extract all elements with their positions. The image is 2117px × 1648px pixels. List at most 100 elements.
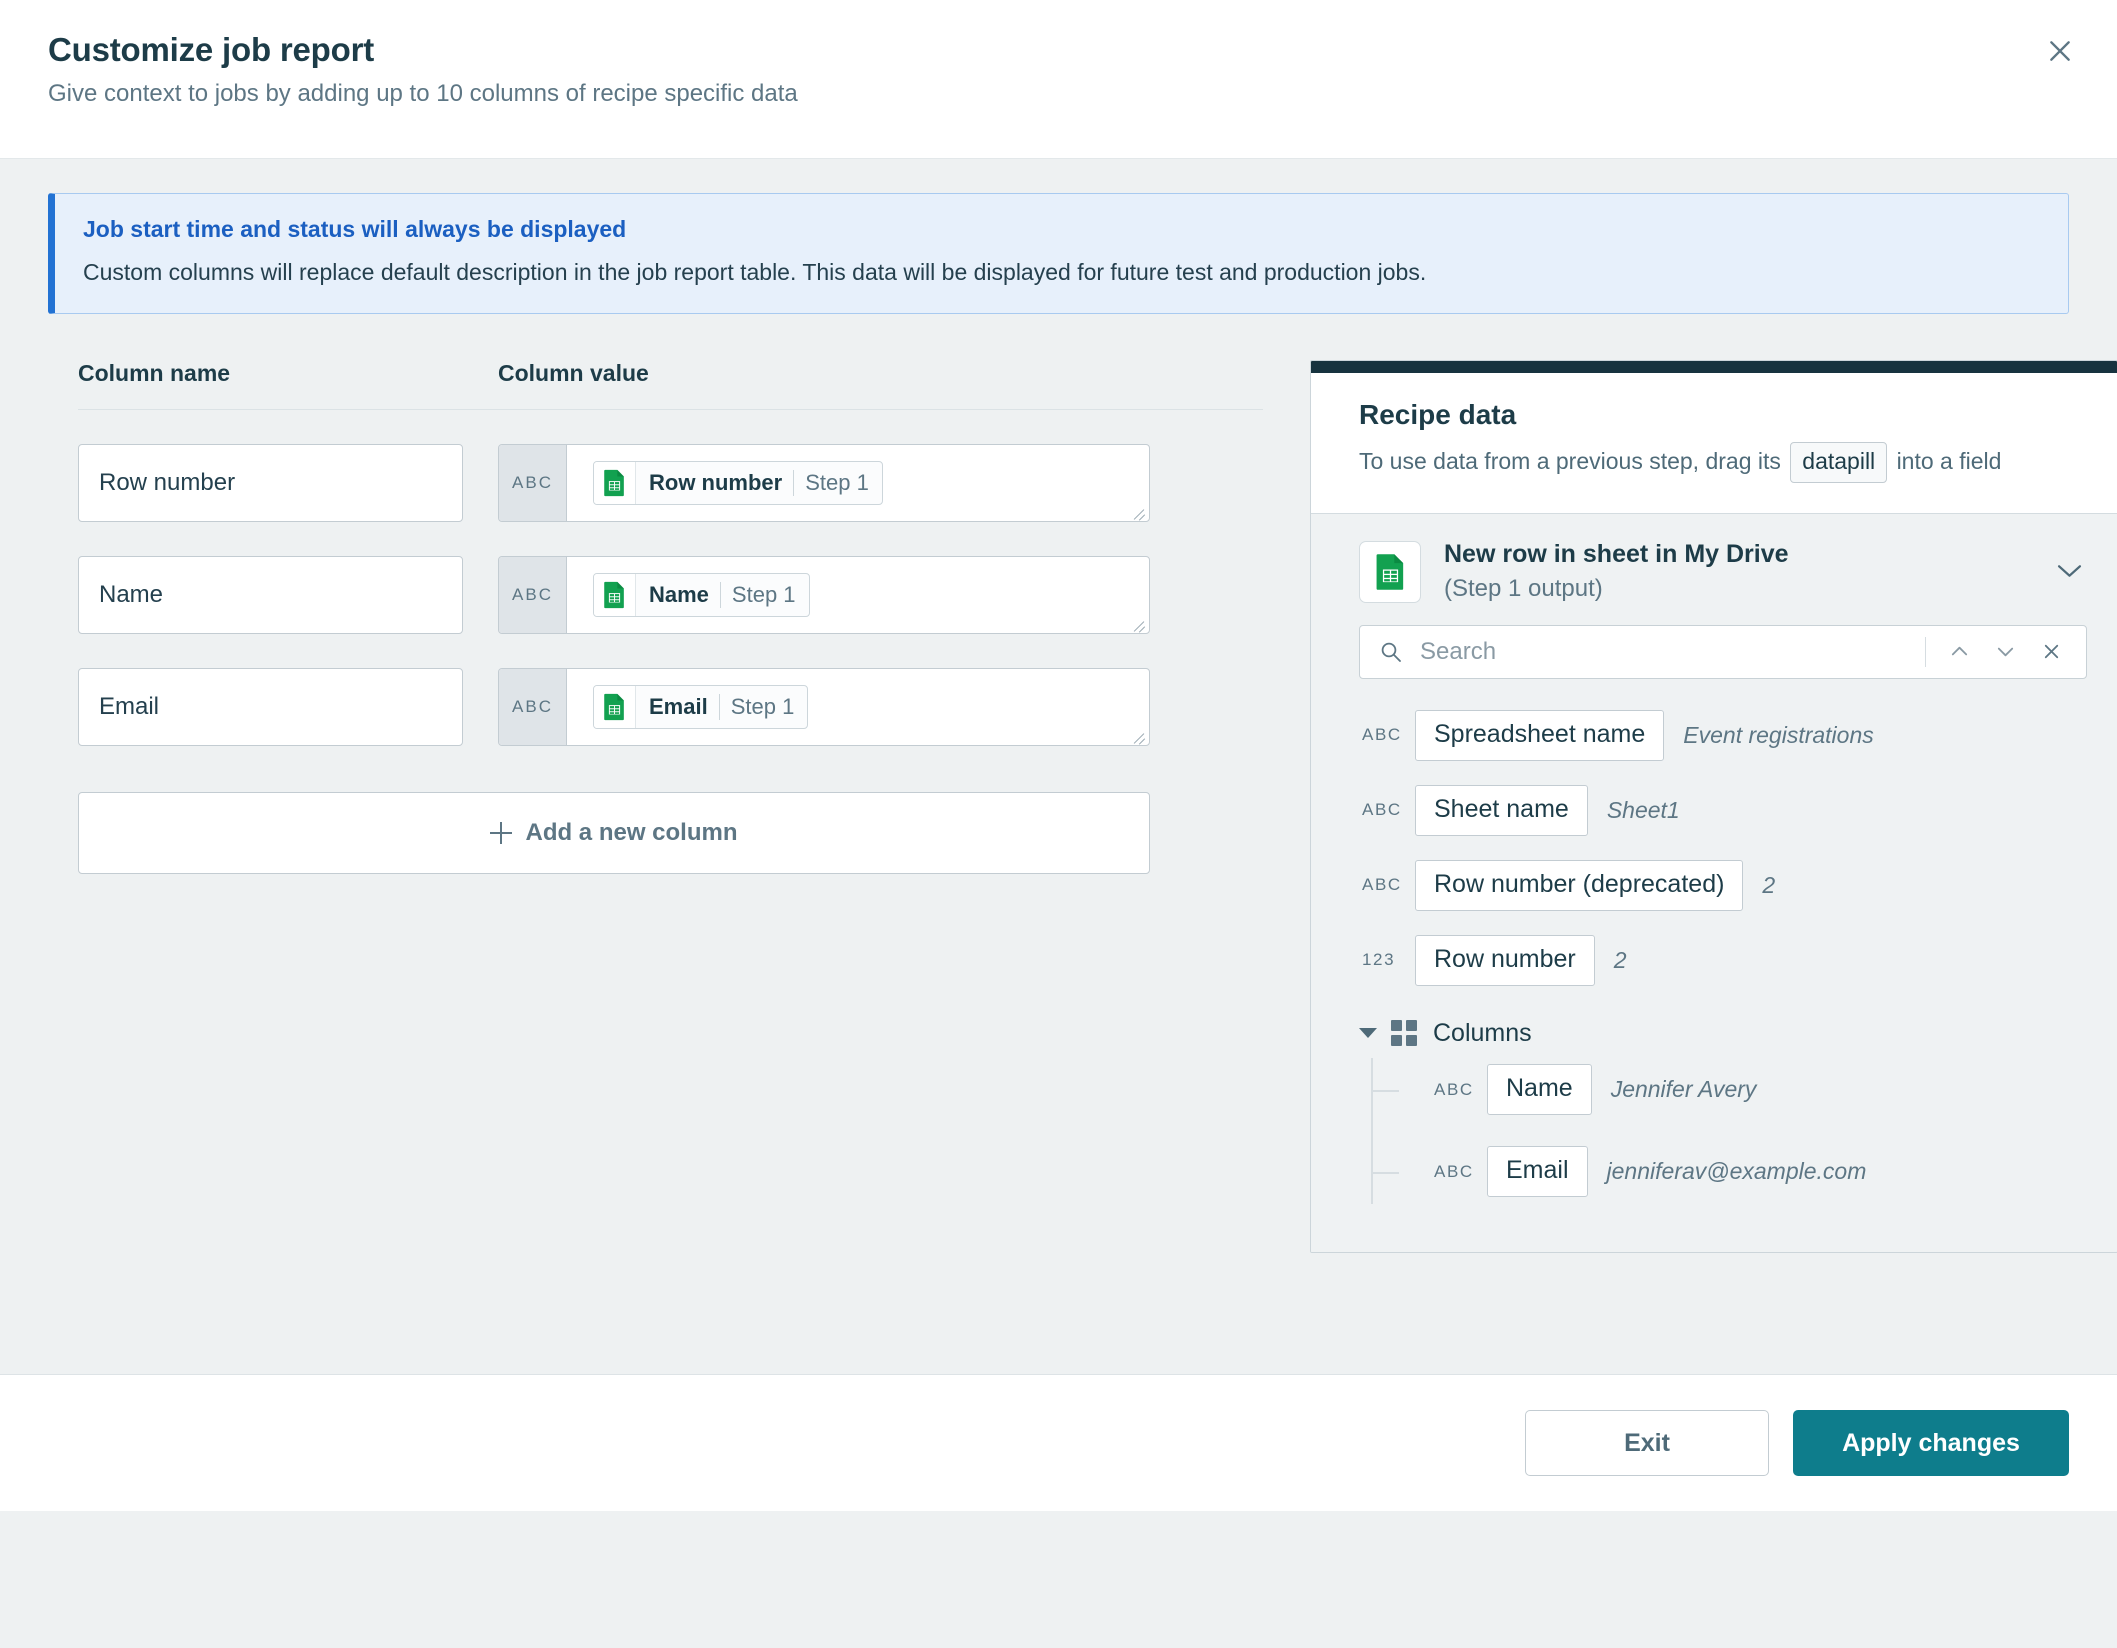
step-title: New row in sheet in My Drive: [1444, 540, 1789, 569]
search-clear-button[interactable]: [2028, 632, 2074, 672]
recipe-data-panel: Recipe data To use data from a previous …: [1310, 360, 2117, 1253]
field-type-label: 123: [1362, 950, 1396, 970]
datapill[interactable]: Email: [1487, 1146, 1588, 1198]
datapill-step: Step 1: [731, 582, 796, 608]
search-prev-button[interactable]: [1936, 632, 1982, 672]
content-columns: Column name Column value ABC: [48, 360, 2117, 1253]
step-text: New row in sheet in My Drive (Step 1 out…: [1444, 539, 2051, 604]
recipe-data-title: Recipe data: [1359, 399, 1517, 431]
search-next-button[interactable]: [1982, 632, 2028, 672]
field-type-label: ABC: [1434, 1079, 1474, 1099]
column-value-field[interactable]: ABC: [498, 668, 1150, 747]
google-sheets-icon: [594, 574, 636, 617]
field-sample-value: Jennifer Avery: [1610, 1076, 1757, 1103]
add-new-column-label: Add a new column: [525, 819, 738, 847]
value-type-badge: ABC: [499, 445, 567, 522]
column-value-header: Column value: [498, 360, 649, 387]
recipe-data-tree: New row in sheet in My Drive (Step 1 out…: [1311, 514, 2117, 1252]
search-box[interactable]: [1359, 624, 2087, 679]
column-value-field[interactable]: ABC: [498, 556, 1150, 635]
list-item: ABC Email jenniferav@example.com: [1373, 1140, 2087, 1204]
field-sample-value: jenniferav@example.com: [1606, 1158, 1867, 1185]
info-banner-title: Job start time and status will always be…: [83, 216, 627, 242]
column-name-input[interactable]: [78, 556, 463, 635]
datapill[interactable]: Name Step 1: [593, 573, 810, 618]
datapill[interactable]: Row number Step 1: [593, 461, 883, 506]
value-type-badge: ABC: [499, 669, 567, 746]
column-name-input[interactable]: [78, 444, 463, 523]
column-value-field[interactable]: ABC: [498, 444, 1150, 523]
value-content: Name Step 1: [567, 557, 1149, 633]
field-type-label: ABC: [1434, 1161, 1474, 1181]
list-item: ABC Spreadsheet name Event registrations: [1359, 709, 2087, 761]
datapill[interactable]: Email Step 1: [593, 685, 809, 730]
divider: [1925, 636, 1926, 667]
page-title: Customize job report: [48, 31, 375, 68]
step-subtitle: (Step 1 output): [1444, 575, 1603, 603]
datapill-label: Row number: [649, 470, 783, 496]
datapill[interactable]: Row number (deprecated): [1415, 859, 1744, 911]
column-editor: Column name Column value ABC: [48, 360, 1263, 875]
datapill-inline-example: datapill: [1790, 442, 1888, 484]
column-name-header: Column name: [78, 360, 231, 387]
value-content: Email Step 1: [567, 669, 1149, 745]
field-type-label: ABC: [1362, 725, 1402, 745]
datapill-label: Email: [649, 694, 708, 720]
column-editor-header: Column name Column value: [78, 360, 1263, 411]
modal-footer: Exit Apply changes: [0, 1374, 2117, 1511]
info-banner: Job start time and status will always be…: [48, 193, 2069, 315]
datapill[interactable]: Spreadsheet name: [1415, 709, 1665, 761]
close-button[interactable]: [2037, 28, 2083, 74]
modal-body: Job start time and status will always be…: [0, 159, 2117, 1511]
panel-accent-bar: [1311, 361, 2117, 374]
table-row: ABC: [78, 668, 1263, 747]
recipe-data-description: To use data from a previous step, drag i…: [1359, 442, 2069, 484]
close-icon: [2044, 644, 2058, 659]
exit-button[interactable]: Exit: [1525, 1410, 1769, 1476]
chevron-up-icon: [1951, 646, 1967, 656]
column-name-input[interactable]: [78, 668, 463, 747]
search-input[interactable]: [1418, 636, 1919, 667]
grid-icon: [1391, 1020, 1417, 1047]
field-type-label: ABC: [1362, 800, 1402, 820]
modal-header: Customize job report Give context to job…: [0, 0, 2117, 159]
field-sample-value: Event registrations: [1683, 721, 1874, 748]
desc-text-after: into a field: [1896, 448, 2002, 475]
value-type-badge: ABC: [499, 557, 567, 634]
triangle-down-icon: [1359, 1028, 1377, 1039]
close-icon: [2050, 41, 2070, 61]
google-sheets-icon: [594, 462, 636, 505]
field-sample-value: 2: [1613, 946, 1627, 973]
chevron-down-icon: [2057, 565, 2081, 578]
datapill[interactable]: Sheet name: [1415, 784, 1588, 836]
columns-group-children: ABC Name Jennifer Avery ABC Email jennif…: [1371, 1057, 2087, 1204]
table-row: ABC: [78, 444, 1263, 523]
google-sheets-icon: [594, 686, 636, 729]
recipe-panel-header: Recipe data To use data from a previous …: [1311, 373, 2117, 515]
datapill-label: Name: [649, 582, 709, 608]
columns-group-label: Columns: [1433, 1018, 1532, 1047]
plus-icon: [490, 822, 513, 845]
columns-group-toggle[interactable]: Columns: [1359, 1019, 2087, 1048]
page-subtitle: Give context to jobs by adding up to 10 …: [48, 79, 798, 107]
field-type-label: ABC: [1362, 875, 1402, 895]
list-item: ABC Row number (deprecated) 2: [1359, 859, 2087, 911]
google-sheets-icon: [1359, 540, 1421, 603]
chevron-down-icon: [1997, 647, 2013, 657]
table-row: ABC: [78, 556, 1263, 635]
add-new-column-button[interactable]: Add a new column: [78, 792, 1150, 875]
datapill[interactable]: Name: [1487, 1064, 1592, 1116]
field-sample-value: 2: [1762, 871, 1776, 898]
search-icon: [1381, 642, 1401, 662]
datapill-step: Step 1: [730, 694, 795, 720]
info-banner-text: Custom columns will replace default desc…: [83, 258, 1427, 285]
datapill[interactable]: Row number: [1415, 934, 1595, 986]
datapill-step: Step 1: [805, 470, 869, 496]
step-collapse-button[interactable]: [2051, 554, 2087, 590]
recipe-panel-card: Recipe data To use data from a previous …: [1310, 360, 2117, 1253]
step-header[interactable]: New row in sheet in My Drive (Step 1 out…: [1359, 539, 2087, 624]
field-sample-value: Sheet1: [1606, 796, 1680, 823]
list-item: ABC Sheet name Sheet1: [1359, 784, 2087, 836]
value-content: Row number Step 1: [567, 445, 1149, 521]
apply-changes-button[interactable]: Apply changes: [1793, 1410, 2069, 1476]
